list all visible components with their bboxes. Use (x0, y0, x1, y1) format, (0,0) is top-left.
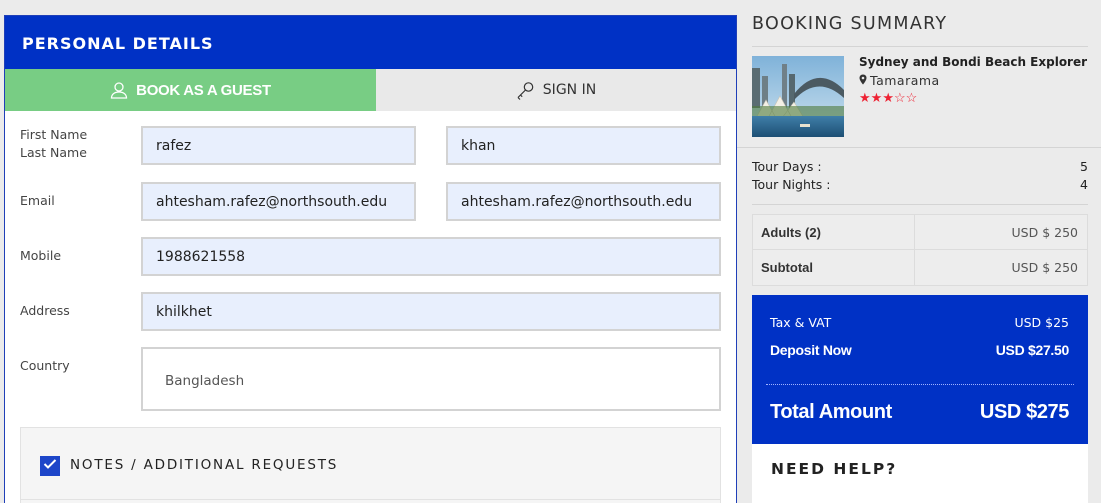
map-marker-icon (859, 73, 867, 88)
tab-sign-in[interactable]: SIGN IN (376, 69, 736, 111)
notes-label: NOTES / ADDITIONAL REQUESTS (70, 457, 339, 473)
tour-nights-row: Tour Nights : 4 (752, 177, 1088, 192)
personal-details-title: PERSONAL DETAILS (5, 16, 736, 69)
table-row: Adults (2) USD $ 250 (753, 215, 1087, 250)
confirm-email-input[interactable]: ahtesham.rafez@northsouth.edu (446, 182, 721, 221)
deposit-label: Deposit Now (770, 342, 852, 358)
divider (752, 46, 1088, 47)
tour-location-label: Tamarama (870, 73, 940, 88)
tour-days-row: Tour Days : 5 (752, 159, 1088, 174)
last-name-input[interactable]: khan (446, 126, 721, 165)
tour-nights-label: Tour Nights : (752, 177, 831, 192)
adults-label: Adults (2) (753, 215, 915, 249)
tab-book-as-guest-label: BOOK AS A GUEST (136, 81, 271, 99)
personal-details-panel: PERSONAL DETAILS BOOK AS A GUEST SIGN IN… (4, 15, 737, 503)
need-help-title: NEED HELP? (771, 460, 898, 478)
star-empty-icon: ☆ (893, 90, 906, 105)
deposit-row: Deposit Now USD $27.50 (770, 342, 1069, 358)
user-icon (110, 81, 128, 99)
table-row: Subtotal USD $ 250 (753, 250, 1087, 285)
total-label: Total Amount (770, 401, 892, 423)
star-empty-icon: ☆ (905, 90, 918, 105)
star-filled-icon: ★ (859, 90, 871, 105)
tab-book-as-guest[interactable]: BOOK AS A GUEST (5, 69, 376, 111)
checkmark-icon (43, 457, 57, 475)
star-filled-icon: ★ (870, 90, 883, 105)
address-label: Address (20, 303, 70, 318)
first-name-label: First Name (20, 127, 88, 142)
tour-name[interactable]: Sydney and Bondi Beach Explorer (859, 55, 1087, 69)
tour-nights-value: 4 (1080, 177, 1088, 192)
tour-days-label: Tour Days : (752, 159, 822, 174)
star-rating: ★★★☆☆ (859, 90, 917, 106)
tour-image (752, 56, 844, 137)
divider (21, 499, 720, 500)
key-icon (516, 81, 535, 100)
need-help-box: NEED HELP? (752, 444, 1088, 503)
total-box: Tax & VAT USD $25 Deposit Now USD $27.50… (752, 295, 1088, 444)
mobile-label: Mobile (20, 248, 62, 263)
tax-row: Tax & VAT USD $25 (770, 315, 1069, 330)
booking-summary-panel: BOOKING SUMMARY Sydney and Bondi Beach E… (737, 0, 1101, 503)
star-filled-icon: ★ (882, 90, 894, 105)
email-input[interactable]: ahtesham.rafez@northsouth.edu (141, 182, 416, 221)
total-row: Total Amount USD $275 (770, 401, 1069, 424)
divider (737, 147, 1101, 148)
adults-value: USD $ 250 (1011, 225, 1078, 240)
mobile-input[interactable]: 1988621558 (141, 237, 721, 276)
divider (752, 204, 1088, 205)
tab-sign-in-label: SIGN IN (542, 82, 597, 98)
first-name-input[interactable]: rafez (141, 126, 416, 165)
deposit-value: USD $27.50 (995, 342, 1070, 358)
country-select[interactable]: Bangladesh (141, 347, 721, 411)
tour-location: Tamarama (859, 73, 940, 88)
country-label: Country (20, 358, 70, 373)
subtotal-value: USD $ 250 (1011, 260, 1078, 275)
email-label: Email (20, 193, 55, 208)
subtotal-label: Subtotal (753, 250, 915, 285)
last-name-label: Last Name (20, 145, 87, 160)
tax-value: USD $25 (1014, 315, 1069, 330)
notes-section: NOTES / ADDITIONAL REQUESTS (20, 427, 721, 503)
booking-summary-title: BOOKING SUMMARY (752, 14, 948, 34)
total-value: USD $275 (979, 401, 1069, 423)
price-table: Adults (2) USD $ 250 Subtotal USD $ 250 (752, 214, 1088, 286)
tour-days-value: 5 (1080, 159, 1088, 174)
address-input[interactable]: khilkhet (141, 292, 721, 331)
notes-checkbox[interactable] (40, 456, 60, 476)
tax-label: Tax & VAT (770, 315, 832, 330)
divider (766, 384, 1074, 385)
booking-mode-tabs: BOOK AS A GUEST SIGN IN (5, 69, 736, 111)
